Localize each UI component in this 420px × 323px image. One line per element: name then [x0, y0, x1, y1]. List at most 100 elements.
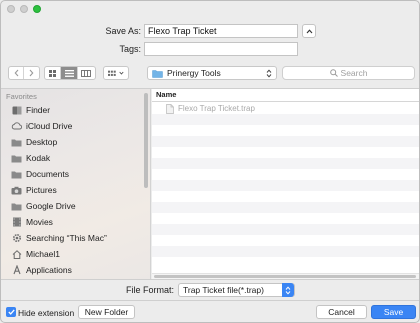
list-stripe: [152, 224, 419, 235]
group-by-popup[interactable]: [103, 66, 129, 80]
location-label: Prinergy Tools: [167, 68, 221, 78]
chevron-right-icon: [29, 69, 34, 77]
back-forward-control: [8, 66, 40, 80]
gear-icon: [11, 233, 22, 243]
sidebar-item-label: Michael1: [26, 249, 61, 259]
sidebar-item-icloud-drive[interactable]: iCloud Drive: [11, 119, 72, 133]
sidebar-item-applications[interactable]: Applications: [11, 263, 72, 277]
sidebar-item-michael1[interactable]: Michael1: [11, 247, 60, 261]
grid-icon: [49, 69, 57, 77]
checkmark-icon: [7, 309, 15, 315]
sidebar-item-label: Pictures: [26, 185, 57, 195]
list-divider: [1, 279, 419, 280]
tags-row: Tags:: [1, 41, 419, 57]
list-stripe: [152, 114, 419, 125]
window-controls: [7, 5, 41, 13]
sidebar-item-google-drive[interactable]: Google Drive: [11, 199, 76, 213]
list-stripe: [152, 191, 419, 202]
list-stripe: [152, 235, 419, 246]
location-popup[interactable]: Prinergy Tools: [147, 66, 277, 80]
tags-label: Tags:: [119, 44, 141, 54]
applications-icon: [11, 265, 22, 275]
save-button[interactable]: Save: [371, 305, 416, 319]
sidebar-item-searching-this-mac[interactable]: Searching “This Mac”: [11, 231, 107, 245]
save-as-label: Save As:: [105, 26, 141, 36]
folder-icon: [11, 153, 22, 163]
sidebar-item-documents[interactable]: Documents: [11, 167, 69, 181]
file-row[interactable]: Flexo Trap Ticket.trap: [166, 103, 255, 114]
sidebar-item-label: Finder: [26, 105, 51, 115]
document-icon: [166, 103, 174, 114]
name-column-header[interactable]: Name: [152, 89, 419, 102]
view-mode-control: [44, 66, 96, 80]
sidebar-item-movies[interactable]: Movies: [11, 215, 53, 229]
column-view-button[interactable]: [78, 67, 95, 79]
columns-icon: [81, 69, 92, 77]
sidebar-scrollbar[interactable]: [144, 93, 148, 188]
chevron-left-icon: [14, 69, 18, 77]
group-grid-icon: [108, 70, 116, 76]
sidebar-item-label: Kodak: [26, 153, 51, 163]
film-icon: [11, 217, 22, 227]
hide-extension-checkbox[interactable]: [6, 307, 16, 317]
list-stripe: [152, 169, 419, 180]
folder-icon: [152, 69, 163, 78]
search-field[interactable]: Search: [282, 66, 415, 80]
save-as-row: Save As:: [1, 23, 419, 39]
list-icon: [64, 69, 74, 77]
sidebar-item-label: Documents: [26, 169, 69, 179]
file-format-popup[interactable]: Trap Ticket file(*.trap): [178, 283, 295, 297]
list-stripe: [152, 246, 419, 257]
search-icon: [329, 69, 338, 77]
cloud-icon: [11, 121, 22, 131]
list-stripe: [152, 125, 419, 136]
list-stripe: [152, 180, 419, 191]
chevron-up-icon: [306, 28, 312, 33]
finder-icon: [11, 105, 22, 115]
minimize-button[interactable]: [20, 5, 28, 13]
list-view-button[interactable]: [61, 67, 78, 79]
sidebar-heading: Favorites: [6, 92, 37, 101]
list-stripe: [152, 158, 419, 169]
sidebar-item-finder[interactable]: Finder: [11, 103, 50, 117]
file-list: Name Flexo Trap Ticket.trap: [152, 89, 419, 279]
file-name: Flexo Trap Ticket.trap: [178, 104, 255, 113]
cancel-button[interactable]: Cancel: [316, 305, 367, 319]
sidebar-item-label: Applications: [26, 265, 72, 275]
save-as-input[interactable]: [144, 24, 298, 38]
collapse-dialog-button[interactable]: [302, 24, 316, 38]
list-stripe: [152, 147, 419, 158]
up-down-arrows-icon: [285, 285, 291, 295]
list-stripe: [152, 257, 419, 268]
sidebar-item-kodak[interactable]: Kodak: [11, 151, 50, 165]
search-placeholder: Search: [340, 68, 368, 78]
sidebar-item-desktop[interactable]: Desktop: [11, 135, 57, 149]
folder-icon: [11, 137, 22, 147]
forward-button[interactable]: [24, 67, 39, 79]
file-format-value: Trap Ticket file(*.trap): [183, 285, 264, 295]
zoom-button[interactable]: [33, 5, 41, 13]
up-down-arrows-icon: [266, 69, 272, 78]
sidebar-item-label: Desktop: [26, 137, 58, 147]
folder-icon: [11, 201, 22, 211]
navigation-toolbar: Prinergy Tools Search: [1, 64, 419, 82]
new-folder-button[interactable]: New Folder: [78, 305, 135, 319]
sidebar-item-label: iCloud Drive: [26, 121, 73, 131]
home-icon: [11, 249, 22, 259]
format-divider: [1, 300, 419, 301]
file-format-row: File Format: Trap Ticket file(*.trap): [1, 283, 419, 297]
tags-input[interactable]: [144, 42, 298, 56]
icon-view-button[interactable]: [45, 67, 62, 79]
back-button[interactable]: [9, 67, 25, 79]
close-button[interactable]: [7, 5, 15, 13]
scrollbar-thumb[interactable]: [154, 275, 416, 278]
sidebar-item-label: Movies: [26, 217, 53, 227]
sidebar-item-label: Google Drive: [26, 201, 76, 211]
popup-arrows: [282, 283, 294, 297]
list-stripe: [152, 202, 419, 213]
hide-extension-label: Hide extension: [18, 308, 75, 318]
save-dialog: Save As: Tags:: [0, 0, 420, 323]
sidebar-item-pictures[interactable]: Pictures: [11, 183, 57, 197]
sidebar-item-label: Searching “This Mac”: [26, 233, 107, 243]
sidebar: Favorites Finder iCloud Drive Desktop Ko…: [1, 89, 151, 279]
